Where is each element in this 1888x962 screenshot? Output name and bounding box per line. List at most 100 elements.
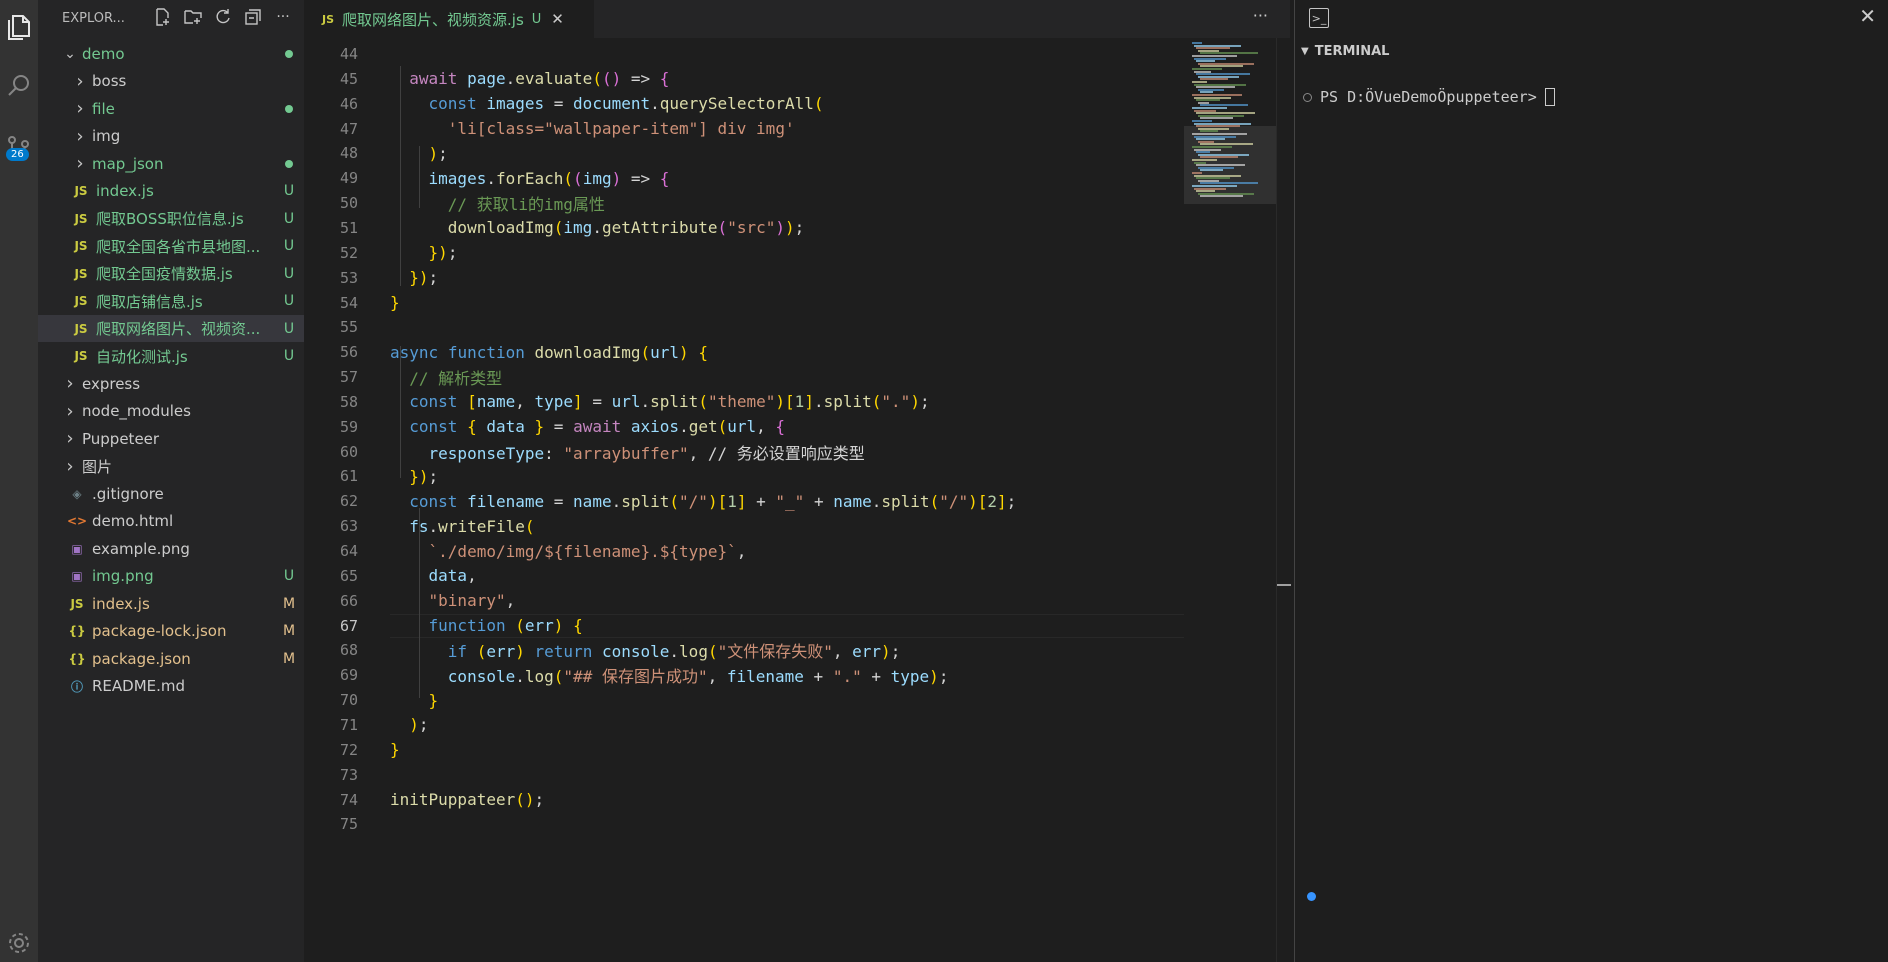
new-file-icon[interactable]	[152, 6, 174, 28]
tree-item-label: file	[92, 99, 115, 118]
explorer-actions: ···	[152, 6, 294, 28]
tree-folder[interactable]: › 图片	[38, 453, 304, 480]
image-file-icon: ▣	[71, 541, 83, 556]
code-line: 60 responseType: "arraybuffer", // 务必设置响…	[304, 440, 1184, 464]
tree-folder[interactable]: › Puppeteer	[38, 425, 304, 452]
modified-dot-icon	[285, 159, 293, 168]
line-number: 64	[339, 542, 358, 560]
tree-item-label: 爬取店铺信息.js	[96, 292, 203, 311]
code-line: 59 const { data } = await axios.get(url,…	[304, 415, 1184, 439]
info-file-icon: ⓘ	[70, 679, 83, 694]
code-text: const { data } = await axios.get(url, {	[409, 417, 786, 437]
indent-guide	[419, 146, 420, 208]
tree-file[interactable]: JS 爬取BOSS职位信息.js U	[38, 205, 304, 232]
code-line: 54}	[304, 291, 1184, 315]
command-decoration-icon	[1303, 92, 1312, 102]
code-line: 70 }	[304, 688, 1184, 712]
tree-folder[interactable]: › map_json	[38, 150, 304, 177]
settings-gear-icon[interactable]	[0, 928, 38, 958]
tree-item-label: 爬取BOSS职位信息.js	[96, 210, 244, 228]
close-icon[interactable]: ✕	[1859, 4, 1876, 28]
code-editor[interactable]: 44 45 await page.evaluate(() => {46 const…	[304, 38, 1184, 962]
tree-folder[interactable]: › file	[38, 95, 304, 122]
tree-item-label: package.json	[92, 649, 191, 668]
tree-file[interactable]: ⓘ README.md	[38, 673, 304, 700]
tree-folder[interactable]: › img	[38, 123, 304, 150]
code-line: 49 images.forEach((img) => {	[304, 166, 1184, 190]
minimap[interactable]	[1184, 38, 1276, 962]
code-text: }	[428, 690, 439, 710]
tree-file[interactable]: JS 爬取全国疫情数据.js U	[38, 260, 304, 287]
code-line: 74 initPuppateer();	[304, 788, 1184, 812]
code-line: 72}	[304, 738, 1184, 762]
tree-file[interactable]: <> demo.html	[38, 508, 304, 535]
tab-label: 爬取网络图片、视频资源.js	[342, 10, 524, 29]
collapse-all-icon[interactable]	[242, 6, 264, 28]
code-text: "binary",	[428, 591, 516, 611]
html-file-icon: <>	[66, 514, 88, 528]
json-file-icon: {}	[68, 624, 86, 638]
code-line: 46 const images = document.querySelector…	[304, 92, 1184, 116]
chevron-right-icon: ›	[76, 125, 84, 147]
code-text: // 解析类型	[409, 369, 503, 389]
code-line: 65 data,	[304, 564, 1184, 588]
tree-file[interactable]: JS index.js M	[38, 590, 304, 617]
code-line: 47 'li[class="wallpaper-item"] div img'	[304, 117, 1184, 141]
tab-active-file[interactable]: JS 爬取网络图片、视频资源.js U ✕	[304, 0, 594, 38]
terminal-header[interactable]: ▼ TERMINAL	[1301, 44, 1389, 59]
code-text: `./demo/img/${filename}.${type}`,	[428, 541, 747, 561]
code-text: responseType: "arraybuffer", // 务必设置响应类型	[428, 443, 865, 463]
tree-file[interactable]: ◈ .gitignore	[38, 480, 304, 507]
terminal-toggle-icon[interactable]: >_	[1309, 8, 1329, 28]
code-line: 61 });	[304, 464, 1184, 488]
git-status-badge	[274, 46, 304, 62]
tree-file[interactable]: JS 爬取网络图片、视频资... U	[38, 315, 304, 342]
search-icon[interactable]	[0, 66, 38, 106]
tree-folder[interactable]: ⌄ demo	[38, 40, 304, 67]
code-line: 68 if (err) return console.log("文件保存失败",…	[304, 638, 1184, 662]
tree-item-label: index.js	[96, 182, 154, 200]
terminal-prompt-line[interactable]: PS D:ÖVueDemoÖpuppeteer>	[1303, 88, 1555, 106]
tree-file[interactable]: {} package-lock.json M	[38, 618, 304, 645]
editor-more-actions[interactable]: ···	[1253, 6, 1268, 25]
tree-file[interactable]: JS 爬取全国各省市县地图... U	[38, 233, 304, 260]
code-text: const [name, type] = url.split("theme")[…	[409, 392, 930, 412]
tree-item-label: express	[82, 374, 141, 393]
line-number: 68	[339, 641, 358, 660]
code-line: 69 console.log("## 保存图片成功", filename + "…	[304, 663, 1184, 687]
tree-file[interactable]: JS index.js U	[38, 178, 304, 205]
tree-file[interactable]: ▣ example.png	[38, 535, 304, 562]
line-number: 52	[339, 243, 358, 262]
tree-folder[interactable]: › boss	[38, 68, 304, 95]
close-icon[interactable]: ✕	[551, 10, 564, 28]
code-line: 48 );	[304, 141, 1184, 165]
tree-item-label: 自动化测试.js	[96, 347, 188, 366]
git-status-badge: U	[283, 568, 295, 584]
more-actions-icon[interactable]: ···	[272, 6, 294, 28]
tree-file[interactable]: JS 爬取店铺信息.js U	[38, 288, 304, 315]
tree-item-label: package-lock.json	[92, 622, 227, 640]
chevron-right-icon: ›	[66, 373, 74, 394]
code-text: const images = document.querySelectorAll…	[428, 94, 824, 114]
tree-item-label: boss	[92, 72, 127, 90]
explorer-icon[interactable]	[0, 8, 38, 48]
code-text: downloadImg(img.getAttribute("src"));	[447, 218, 805, 238]
new-folder-icon[interactable]	[182, 6, 204, 28]
git-status-badge: U	[283, 293, 295, 309]
tree-folder[interactable]: › express	[38, 370, 304, 397]
tree-file[interactable]: ▣ img.png U	[38, 563, 304, 590]
refresh-icon[interactable]	[212, 6, 234, 28]
tree-file[interactable]: {} package.json M	[38, 645, 304, 672]
minimap-line	[1200, 195, 1243, 198]
code-line: 75	[304, 812, 1184, 836]
line-number: 49	[339, 169, 358, 188]
code-line: 52 });	[304, 241, 1184, 265]
tree-item-label: index.js	[92, 594, 150, 613]
editor-scrollbar[interactable]	[1276, 38, 1291, 962]
tree-folder[interactable]: › node_modules	[38, 398, 304, 425]
editor-area: JS 爬取网络图片、视频资源.js U ✕ ··· 44 45 await pag…	[304, 0, 1291, 962]
tree-item-label: example.png	[92, 539, 190, 558]
tree-file[interactable]: JS 自动化测试.js U	[38, 343, 304, 370]
tree-item-label: 爬取网络图片、视频资...	[96, 320, 261, 338]
line-number: 58	[339, 392, 358, 411]
